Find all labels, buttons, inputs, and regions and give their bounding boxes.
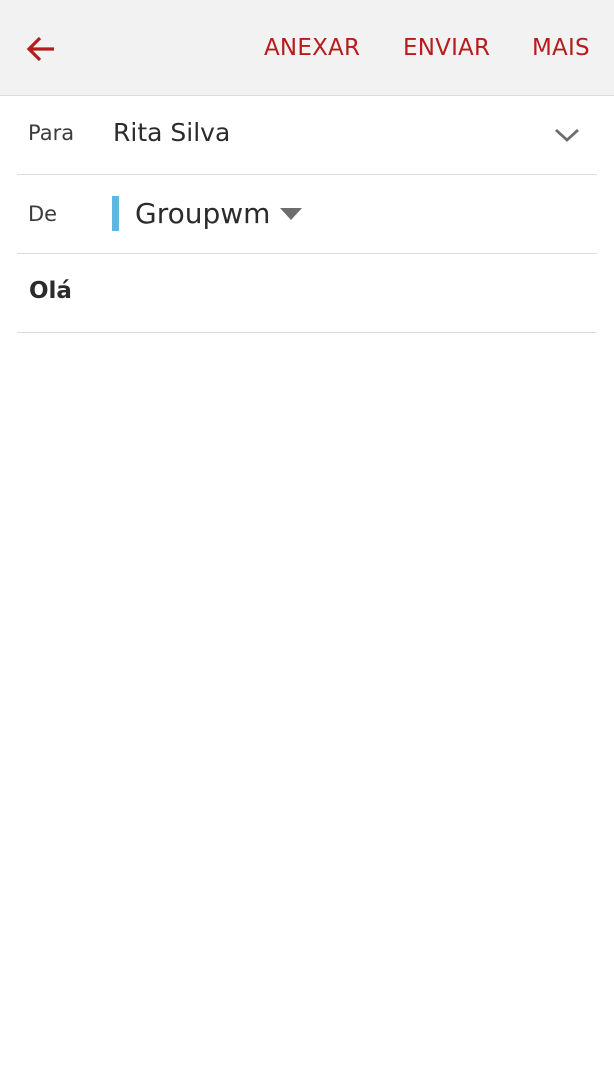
chevron-down-icon: [555, 128, 579, 142]
send-button[interactable]: ENVIAR: [403, 32, 490, 64]
from-label: De: [28, 202, 58, 226]
attach-button[interactable]: ANEXAR: [264, 32, 360, 64]
subject-field-row: Olá: [17, 254, 597, 333]
message-body-input[interactable]: [17, 334, 597, 1074]
compose-screen: ANEXAR ENVIAR MAIS Para Rita Silva De Gr…: [0, 0, 614, 1092]
subject-input[interactable]: Olá: [29, 278, 72, 304]
triangle-down-icon: [280, 207, 303, 221]
arrow-left-icon: [26, 36, 54, 62]
compose-toolbar: ANEXAR ENVIAR MAIS: [0, 0, 614, 96]
to-recipient-input[interactable]: Rita Silva: [113, 118, 230, 147]
from-account-dropdown[interactable]: Groupwm: [135, 194, 303, 234]
from-field-row: De Groupwm: [17, 175, 597, 254]
to-label: Para: [28, 121, 75, 145]
back-button[interactable]: [14, 22, 68, 76]
to-field-row: Para Rita Silva: [17, 96, 597, 175]
from-account-value: Groupwm: [135, 197, 271, 230]
more-button[interactable]: MAIS: [532, 32, 590, 64]
expand-recipients-button[interactable]: [549, 120, 585, 150]
account-color-indicator: [112, 196, 119, 231]
